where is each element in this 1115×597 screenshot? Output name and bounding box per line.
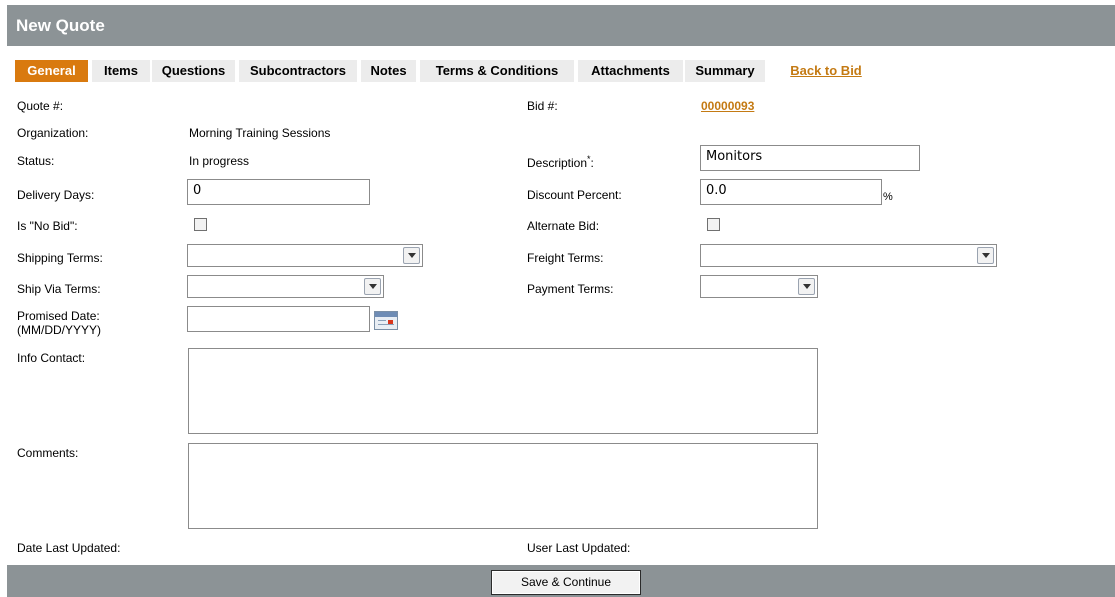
no-bid-checkbox[interactable] [194,218,207,231]
quote-panel: New Quote General Items Questions Subcon… [7,5,1115,597]
chevron-down-icon [364,278,381,295]
back-to-bid-link[interactable]: Back to Bid [781,60,871,82]
alternate-bid-label: Alternate Bid: [527,219,600,233]
delivery-days-input[interactable]: 0 [187,179,370,205]
delivery-days-label: Delivery Days: [17,188,95,202]
percent-unit: % [883,191,893,203]
description-label: Description*: [527,152,594,170]
tab-attachments[interactable]: Attachments [578,60,683,82]
date-last-updated-label: Date Last Updated: [17,541,121,555]
discount-percent-label: Discount Percent: [527,188,622,202]
tab-summary[interactable]: Summary [685,60,765,82]
chevron-down-icon [798,278,815,295]
tab-questions[interactable]: Questions [152,60,235,82]
user-last-updated-label: User Last Updated: [527,541,631,555]
comments-textarea[interactable] [188,443,818,529]
tab-subcontractors[interactable]: Subcontractors [239,60,357,82]
footer-bar: Save & Continue [7,565,1115,597]
promised-date-format: (MM/DD/YYYY) [17,323,101,337]
shipping-terms-select[interactable] [187,244,423,267]
chevron-down-icon [977,247,994,264]
window-title: New Quote [7,5,1115,46]
no-bid-label: Is "No Bid": [17,219,78,233]
tab-general[interactable]: General [15,60,88,82]
organization-label: Organization: [17,126,89,140]
tab-items[interactable]: Items [92,60,150,82]
ship-via-terms-select[interactable] [187,275,384,298]
promised-date-input[interactable] [187,306,370,332]
tab-notes[interactable]: Notes [361,60,416,82]
comments-label: Comments: [17,446,79,460]
save-continue-button[interactable]: Save & Continue [491,570,641,595]
status-value: In progress [189,154,250,168]
bid-number-label: Bid #: [527,99,558,113]
calendar-icon[interactable] [374,311,398,330]
status-label: Status: [17,154,55,168]
info-contact-textarea[interactable] [188,348,818,434]
alternate-bid-checkbox[interactable] [707,218,720,231]
description-label-text: Description [527,156,588,170]
description-label-suffix: : [590,156,594,170]
promised-date-label: Promised Date: [17,309,100,323]
freight-terms-select[interactable] [700,244,997,267]
payment-terms-select[interactable] [700,275,818,298]
ship-via-terms-label: Ship Via Terms: [17,282,101,296]
bid-number-link[interactable]: 00000093 [701,99,754,113]
payment-terms-label: Payment Terms: [527,282,614,296]
tab-terms-conditions[interactable]: Terms & Conditions [420,60,574,82]
chevron-down-icon [403,247,420,264]
discount-percent-input[interactable]: 0.0 [700,179,882,205]
freight-terms-label: Freight Terms: [527,251,604,265]
shipping-terms-label: Shipping Terms: [17,251,103,265]
organization-value: Morning Training Sessions [189,126,331,140]
description-input[interactable]: Monitors [700,145,920,171]
info-contact-label: Info Contact: [17,351,86,365]
quote-number-label: Quote #: [17,99,64,113]
